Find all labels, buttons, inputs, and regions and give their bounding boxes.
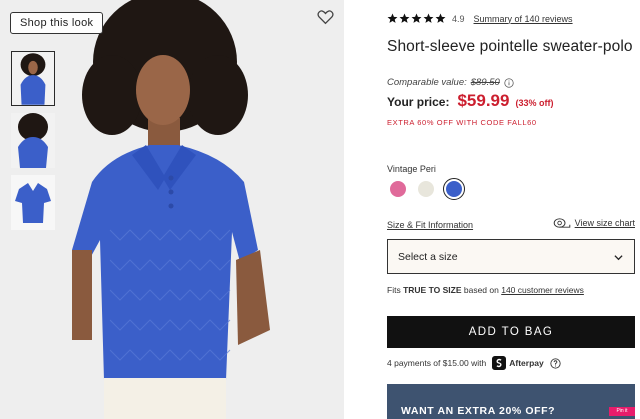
selected-color-name: Vintage Peri: [387, 164, 436, 174]
sale-price: $59.99: [457, 91, 510, 110]
help-icon[interactable]: [550, 357, 561, 369]
swatch-dot: [418, 181, 434, 197]
shop-this-look-button[interactable]: Shop this look: [10, 12, 104, 34]
size-fit-info-link[interactable]: Size & Fit Information: [387, 220, 473, 230]
star-icon: [387, 13, 398, 23]
fit-reviews-link[interactable]: 140 customer reviews: [501, 285, 584, 295]
rating-row: 4.9 Summary of 140 reviews: [387, 13, 573, 24]
thumbnail-flat-image: [11, 175, 55, 230]
thumbnail-model-image: [20, 53, 46, 105]
info-icon[interactable]: [504, 77, 514, 88]
promo-code-text: EXTRA 60% OFF WITH CODE FALL60: [387, 118, 537, 127]
afterpay-text: 4 payments of $15.00 with: [387, 358, 487, 368]
comparable-label: Comparable value:: [387, 77, 467, 88]
thumbnail-front[interactable]: [11, 51, 55, 106]
measuring-tape-icon: [553, 218, 570, 228]
color-swatches: [387, 178, 465, 200]
promo-banner[interactable]: WANT AN EXTRA 20% OFF? Pin it: [387, 384, 635, 419]
star-icon: [411, 13, 422, 23]
afterpay-logo-icon: [492, 356, 507, 370]
reviews-summary-link[interactable]: Summary of 140 reviews: [474, 14, 573, 24]
chevron-down-icon: [614, 255, 623, 261]
rating-value: 4.9: [452, 13, 465, 24]
afterpay-brand: Afterpay: [509, 358, 544, 368]
size-chart-link[interactable]: View size chart: [553, 217, 635, 229]
star-icon: [435, 13, 446, 23]
thumbnail-back-image: [18, 113, 48, 168]
size-chart-label: View size chart: [574, 218, 635, 228]
comparable-value: Comparable value: $89.50: [387, 77, 514, 88]
price-label: Your price:: [387, 95, 450, 109]
price-row: Your price: $59.99 (33% off): [387, 91, 553, 111]
promo-banner-text: WANT AN EXTRA 20% OFF?: [401, 405, 556, 417]
product-title: Short-sleeve pointelle sweater-polo: [387, 38, 633, 55]
discount-badge: (33% off): [515, 98, 554, 108]
size-select-label: Select a size: [398, 251, 458, 263]
fit-prefix: Fits: [387, 285, 401, 295]
size-links-row: Size & Fit Information View size chart: [387, 217, 635, 232]
star-icon: [423, 13, 434, 23]
swatch-vintage-peri[interactable]: [443, 178, 465, 200]
swatch-cream[interactable]: [415, 178, 437, 200]
fit-summary: Fits TRUE TO SIZE based on 140 customer …: [387, 285, 584, 295]
thumbnail-flat[interactable]: [11, 175, 55, 230]
swatch-dot: [446, 181, 462, 197]
product-gallery: Shop this look: [0, 0, 344, 419]
swatch-dot: [390, 181, 406, 197]
swatch-pink[interactable]: [387, 178, 409, 200]
pin-it-button[interactable]: Pin it: [609, 407, 635, 416]
afterpay-row: 4 payments of $15.00 with Afterpay: [387, 356, 561, 370]
add-to-bag-button[interactable]: ADD TO BAG: [387, 316, 635, 348]
star-icon: [399, 13, 410, 23]
fit-value: TRUE TO SIZE: [403, 285, 462, 295]
comparable-price: $89.50: [470, 77, 500, 88]
size-select[interactable]: Select a size: [387, 239, 635, 274]
fit-middle: based on: [463, 285, 499, 295]
heart-icon[interactable]: [317, 9, 334, 25]
thumbnail-back[interactable]: [11, 113, 55, 168]
rating-stars: [387, 13, 446, 24]
